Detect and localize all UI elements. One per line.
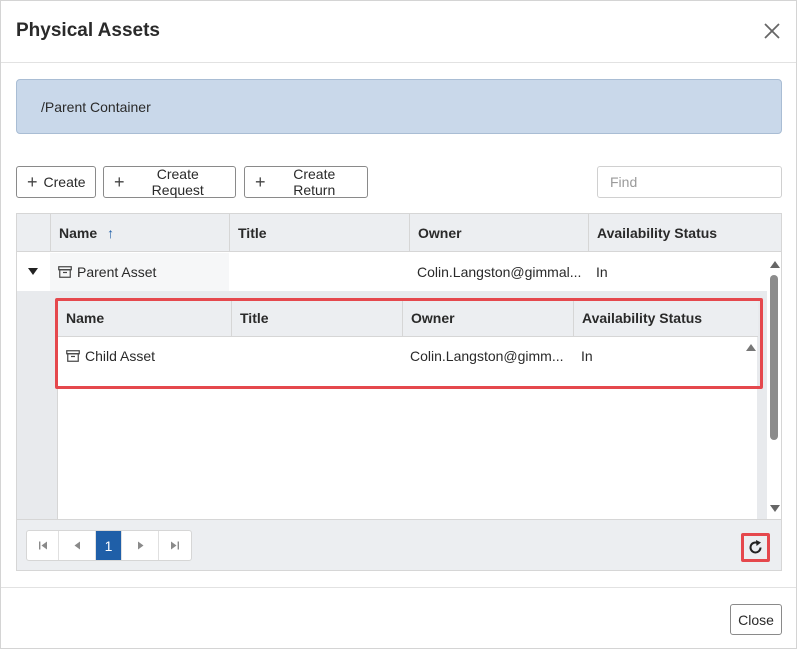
- create-button[interactable]: + Create: [16, 166, 96, 198]
- create-return-button-label: Create Return: [293, 166, 336, 198]
- create-return-button[interactable]: + Create Return: [244, 166, 368, 198]
- row-detail-area: Name Title Owner Availability Status Chi…: [17, 291, 767, 519]
- create-request-button-label: Create Request: [151, 166, 204, 198]
- dialog-title: Physical Assets: [16, 20, 160, 41]
- plus-icon: +: [255, 172, 266, 192]
- physical-assets-dialog: Physical Assets /Parent Container + Crea…: [0, 0, 797, 649]
- footer-divider: [1, 587, 796, 588]
- prev-page-icon: [74, 541, 80, 550]
- column-header-availability-status[interactable]: Availability Status: [588, 214, 781, 252]
- row-status-cell: In: [596, 264, 608, 280]
- close-icon[interactable]: [762, 21, 782, 41]
- child-scroll-up-icon[interactable]: [746, 344, 756, 351]
- prev-page-button[interactable]: [59, 531, 96, 560]
- close-button[interactable]: Close: [730, 604, 782, 635]
- sort-ascending-icon: ↑: [107, 225, 115, 241]
- create-request-button[interactable]: + Create Request: [103, 166, 236, 198]
- last-page-icon: [171, 541, 179, 550]
- column-header-name[interactable]: Name ↑: [50, 214, 229, 252]
- scroll-down-icon[interactable]: [770, 505, 780, 512]
- row-name-cell: Parent Asset: [50, 253, 229, 291]
- table-row[interactable]: Parent Asset Colin.Langston@gimmal... In: [17, 253, 767, 291]
- child-grid-header: Name Title Owner Availability Status: [58, 299, 758, 337]
- page-1-button[interactable]: 1: [96, 531, 122, 560]
- first-page-icon: [38, 541, 47, 550]
- next-page-icon: [137, 541, 143, 550]
- find-input[interactable]: [597, 166, 782, 198]
- child-row-name-cell: Child Asset: [58, 337, 231, 375]
- scroll-thumb[interactable]: [770, 275, 778, 440]
- child-column-header-title[interactable]: Title: [231, 299, 402, 337]
- assets-grid: Name ↑ Title Owner Availability Status Pa…: [16, 213, 782, 571]
- next-page-button[interactable]: [122, 531, 159, 560]
- column-header-title[interactable]: Title: [229, 214, 409, 252]
- first-page-button[interactable]: [27, 531, 59, 560]
- refresh-button[interactable]: [741, 533, 770, 562]
- child-table-row[interactable]: Child Asset Colin.Langston@gimm... In: [58, 337, 758, 375]
- child-column-header-availability-status[interactable]: Availability Status: [573, 299, 758, 337]
- column-header-owner[interactable]: Owner: [409, 214, 588, 252]
- child-assets-grid: Name Title Owner Availability Status Chi…: [57, 299, 758, 519]
- plus-icon: +: [114, 172, 125, 192]
- child-row-status-cell: In: [581, 348, 593, 364]
- container-path: /Parent Container: [41, 99, 151, 115]
- container-path-bar: /Parent Container: [16, 79, 782, 134]
- expand-collapse-icon[interactable]: [28, 268, 38, 275]
- expand-column-header: [17, 214, 50, 252]
- refresh-icon: [749, 540, 762, 554]
- child-column-header-name[interactable]: Name: [58, 299, 231, 337]
- pager-bar: 1: [17, 519, 781, 570]
- child-row-owner-cell: Colin.Langston@gimm...: [410, 348, 564, 364]
- pagination: 1: [26, 530, 192, 561]
- row-title-cell: [229, 253, 409, 291]
- dialog-header: Physical Assets: [1, 1, 796, 63]
- scroll-up-icon[interactable]: [770, 261, 780, 268]
- child-column-header-owner[interactable]: Owner: [402, 299, 573, 337]
- archive-box-icon: [58, 266, 72, 278]
- grid-scrollbar[interactable]: [768, 253, 781, 519]
- plus-icon: +: [27, 172, 38, 192]
- archive-box-icon: [66, 350, 80, 362]
- child-row-title-cell: [231, 337, 402, 375]
- create-button-label: Create: [43, 174, 86, 190]
- grid-header: Name ↑ Title Owner Availability Status: [17, 214, 781, 252]
- last-page-button[interactable]: [159, 531, 191, 560]
- row-owner-cell: Colin.Langston@gimmal...: [417, 264, 582, 280]
